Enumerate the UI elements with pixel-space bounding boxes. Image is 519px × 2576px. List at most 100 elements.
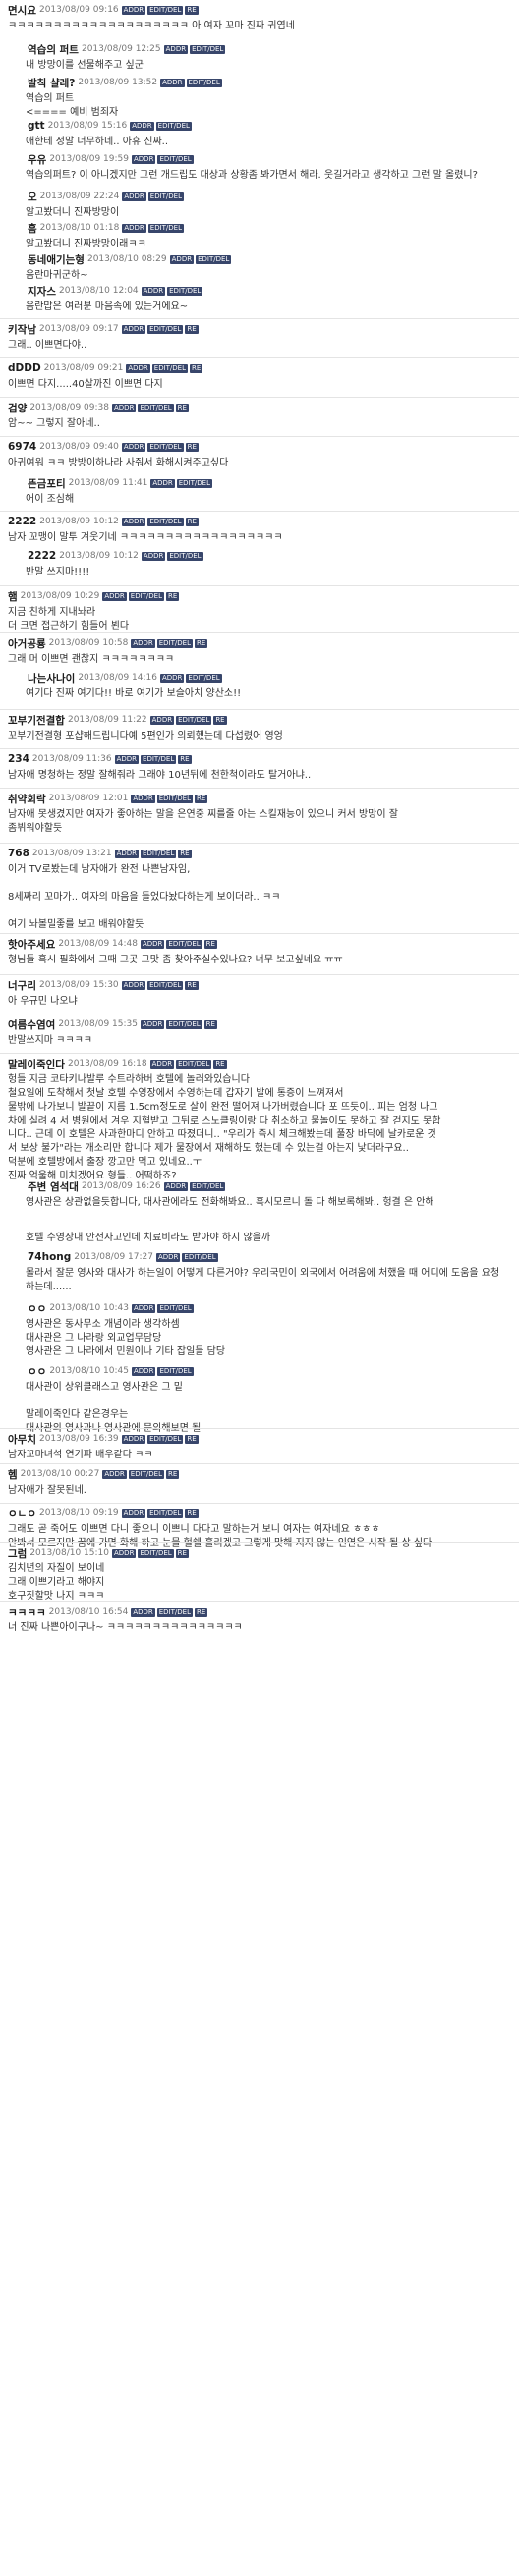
reply-button[interactable]: RE [185, 442, 199, 452]
edit-del-button[interactable]: EDIT/DEL [147, 1434, 184, 1444]
reply-button[interactable]: RE [166, 1469, 180, 1479]
addr-button[interactable]: ADDR [159, 673, 185, 683]
addr-button[interactable]: ADDR [112, 1548, 137, 1558]
comment-author[interactable]: 아거공룡 [8, 636, 46, 651]
edit-del-button[interactable]: EDIT/DEL [157, 1303, 194, 1313]
addr-button[interactable]: ADDR [121, 5, 146, 15]
addr-button[interactable]: ADDR [121, 980, 146, 990]
addr-button[interactable]: ADDR [155, 1252, 181, 1262]
reply-button[interactable]: RE [194, 638, 208, 648]
edit-del-button[interactable]: EDIT/DEL [141, 754, 177, 764]
reply-button[interactable]: RE [166, 591, 180, 601]
addr-button[interactable]: ADDR [132, 1303, 156, 1313]
comment-author[interactable]: 흠 [28, 221, 37, 236]
addr-button[interactable]: ADDR [140, 1019, 165, 1029]
comment-author[interactable]: 우유 [28, 152, 46, 167]
addr-button[interactable]: ADDR [122, 223, 146, 233]
comment-author[interactable]: 234 [8, 753, 29, 765]
addr-button[interactable]: ADDR [112, 403, 137, 412]
comment-author[interactable]: 발칙 샬레? [28, 76, 75, 90]
edit-del-button[interactable]: EDIT/DEL [176, 715, 212, 725]
comment-author[interactable]: 말레이죽인다 [8, 1057, 65, 1071]
addr-button[interactable]: ADDR [163, 1181, 189, 1191]
addr-button[interactable]: ADDR [121, 324, 146, 334]
edit-del-button[interactable]: EDIT/DEL [147, 5, 184, 15]
reply-button[interactable]: RE [203, 1019, 217, 1029]
edit-del-button[interactable]: EDIT/DEL [147, 324, 184, 334]
edit-del-button[interactable]: EDIT/DEL [190, 1181, 226, 1191]
addr-button[interactable]: ADDR [102, 1469, 127, 1479]
comment-author[interactable]: 핫아주세요 [8, 937, 55, 952]
reply-button[interactable]: RE [185, 1508, 199, 1518]
edit-del-button[interactable]: EDIT/DEL [147, 517, 184, 526]
addr-button[interactable]: ADDR [169, 254, 195, 264]
addr-button[interactable]: ADDR [132, 154, 156, 164]
edit-del-button[interactable]: EDIT/DEL [167, 551, 203, 561]
addr-button[interactable]: ADDR [131, 638, 155, 648]
addr-button[interactable]: ADDR [130, 121, 154, 131]
addr-button[interactable]: ADDR [141, 286, 166, 296]
addr-button[interactable]: ADDR [163, 44, 189, 54]
edit-del-button[interactable]: EDIT/DEL [156, 794, 193, 803]
addr-button[interactable]: ADDR [114, 849, 140, 858]
reply-button[interactable]: RE [185, 1434, 199, 1444]
comment-author[interactable]: dDDD [8, 362, 41, 374]
addr-button[interactable]: ADDR [131, 794, 155, 803]
edit-del-button[interactable]: EDIT/DEL [176, 1059, 212, 1069]
comment-author[interactable]: ㅇㅇ [28, 1301, 46, 1316]
edit-del-button[interactable]: EDIT/DEL [156, 1607, 193, 1617]
comment-author[interactable]: ㅇㄴㅇ [8, 1507, 36, 1521]
comment-author[interactable]: gtt [28, 120, 45, 132]
comment-author[interactable]: 꼬부기전결합 [8, 713, 65, 728]
edit-del-button[interactable]: EDIT/DEL [147, 980, 184, 990]
comment-author[interactable]: 너구리 [8, 978, 36, 993]
edit-del-button[interactable]: EDIT/DEL [157, 154, 194, 164]
reply-button[interactable]: RE [178, 754, 192, 764]
addr-button[interactable]: ADDR [121, 442, 146, 452]
edit-del-button[interactable]: EDIT/DEL [155, 121, 192, 131]
edit-del-button[interactable]: EDIT/DEL [147, 1508, 184, 1518]
reply-button[interactable]: RE [175, 403, 189, 412]
addr-button[interactable]: ADDR [160, 78, 185, 87]
edit-del-button[interactable]: EDIT/DEL [190, 44, 226, 54]
comment-author[interactable]: 6974 [8, 441, 36, 453]
reply-button[interactable]: RE [203, 939, 217, 949]
comment-author[interactable]: 지자스 [28, 284, 56, 299]
reply-button[interactable]: RE [194, 794, 208, 803]
edit-del-button[interactable]: EDIT/DEL [147, 192, 185, 201]
comment-author[interactable]: 768 [8, 848, 29, 859]
comment-author[interactable]: ㅇㅇ [28, 1364, 46, 1379]
comment-author[interactable]: 뜬금포티 [28, 476, 66, 491]
edit-del-button[interactable]: EDIT/DEL [166, 1019, 202, 1029]
addr-button[interactable]: ADDR [122, 192, 146, 201]
reply-button[interactable]: RE [178, 849, 192, 858]
edit-del-button[interactable]: EDIT/DEL [157, 1366, 194, 1376]
edit-del-button[interactable]: EDIT/DEL [138, 1548, 174, 1558]
comment-author[interactable]: 74hong [28, 1251, 71, 1263]
comment-author[interactable]: 여름수염여 [8, 1017, 55, 1032]
reply-button[interactable]: RE [185, 980, 199, 990]
reply-button[interactable]: RE [190, 363, 203, 373]
comment-author[interactable]: 2222 [8, 516, 36, 527]
reply-button[interactable]: RE [185, 5, 199, 15]
comment-author[interactable]: 2222 [28, 550, 56, 562]
comment-author[interactable]: 햄 [8, 589, 18, 604]
addr-button[interactable]: ADDR [132, 1366, 156, 1376]
edit-del-button[interactable]: EDIT/DEL [176, 478, 212, 488]
reply-button[interactable]: RE [213, 1059, 227, 1069]
edit-del-button[interactable]: EDIT/DEL [138, 403, 174, 412]
addr-button[interactable]: ADDR [140, 939, 165, 949]
reply-button[interactable]: RE [194, 1607, 208, 1617]
comment-author[interactable]: 주변 염석대 [28, 1179, 79, 1194]
addr-button[interactable]: ADDR [149, 715, 175, 725]
addr-button[interactable]: ADDR [114, 754, 140, 764]
edit-del-button[interactable]: EDIT/DEL [141, 849, 177, 858]
reply-button[interactable]: RE [185, 324, 199, 334]
comment-author[interactable]: 나는사나이 [28, 671, 75, 685]
edit-del-button[interactable]: EDIT/DEL [186, 78, 222, 87]
addr-button[interactable]: ADDR [141, 551, 166, 561]
edit-del-button[interactable]: EDIT/DEL [147, 223, 185, 233]
edit-del-button[interactable]: EDIT/DEL [156, 638, 193, 648]
addr-button[interactable]: ADDR [149, 1059, 175, 1069]
comment-author[interactable]: 그럼 [8, 1546, 27, 1561]
